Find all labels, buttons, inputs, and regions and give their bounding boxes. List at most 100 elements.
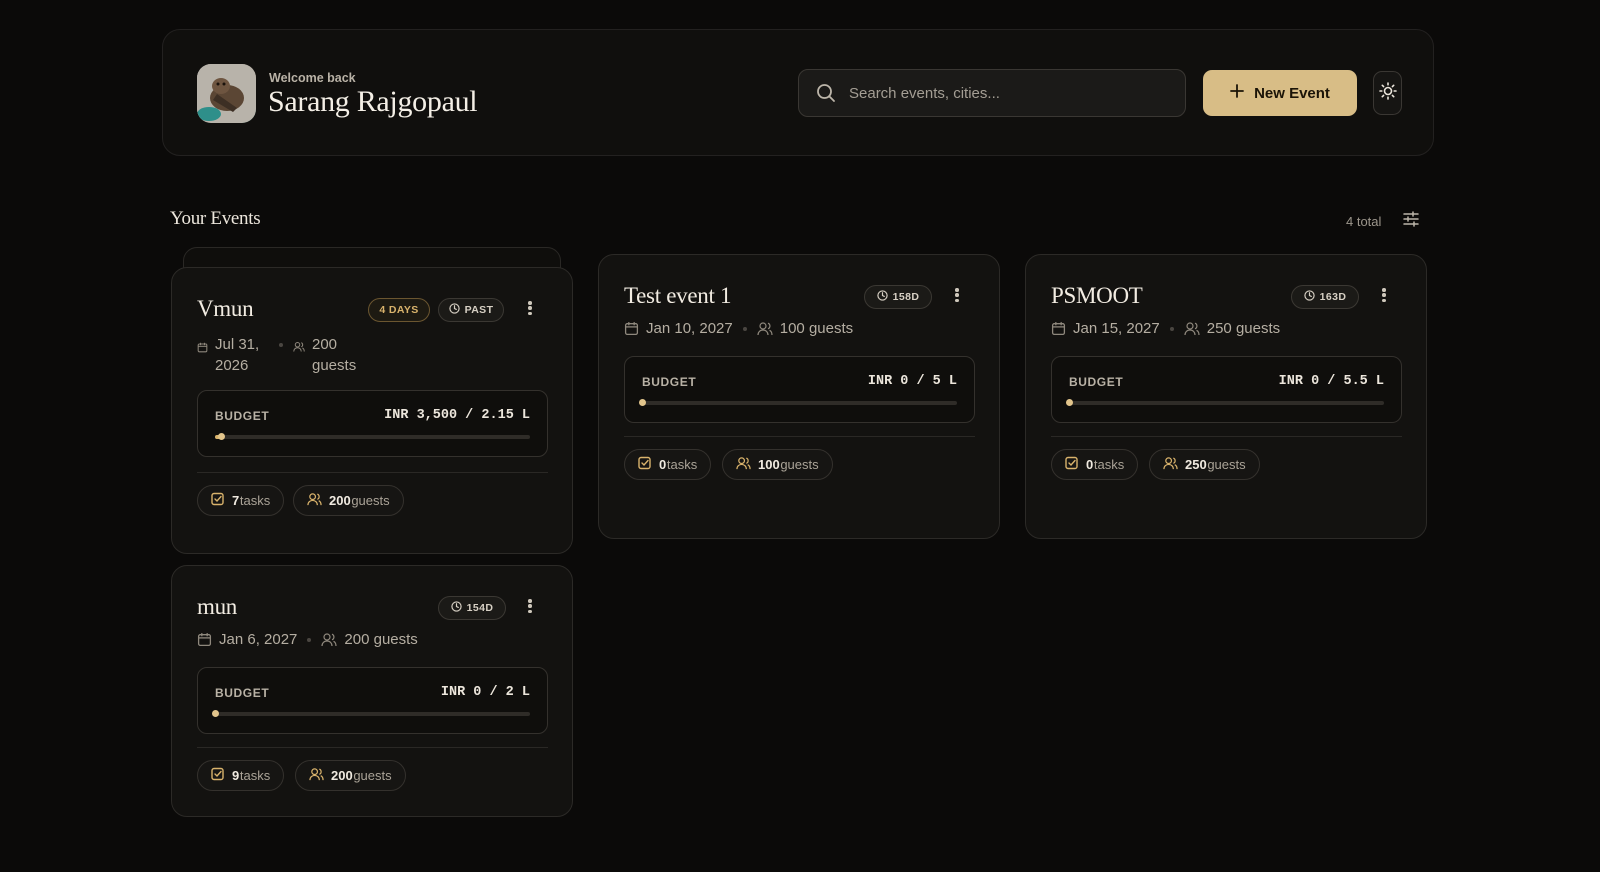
tasks-chip[interactable]: 0 tasks: [624, 449, 712, 480]
tasks-count: 7: [232, 493, 240, 508]
budget-progress-dot: [218, 433, 226, 440]
divider: [624, 436, 975, 437]
status-label: PAST: [464, 304, 494, 316]
tasks-chip[interactable]: 7 tasks: [197, 485, 285, 516]
guests-label: guests: [780, 457, 819, 472]
countdown-label: 158D: [892, 291, 920, 303]
calendar-icon: [1051, 321, 1066, 336]
more-options-button[interactable]: [1380, 285, 1388, 305]
clock-icon: [1303, 290, 1315, 304]
tasks-label: tasks: [1093, 457, 1125, 472]
budget-panel: BUDGET INR 3,500 / 2.15 L: [197, 390, 548, 457]
event-guests: 200 guests: [344, 631, 418, 648]
users-icon: [307, 492, 322, 510]
event-card[interactable]: PSMOOT 163D Jan 15, 2027 250 guests BUDG…: [1025, 254, 1427, 539]
plus-icon: [1230, 84, 1244, 102]
countdown-badge: 154D: [438, 596, 506, 620]
users-icon: [1163, 456, 1178, 474]
theme-toggle-button[interactable]: [1373, 71, 1402, 115]
event-guests: 200 guests: [312, 336, 357, 374]
avatar[interactable]: [197, 64, 256, 123]
event-card[interactable]: mun 154D Jan 6, 2027 200 guests BUDGET I…: [171, 565, 573, 817]
event-meta: Jul 31, 2026 200 guests: [197, 334, 367, 376]
checkbox-icon: [211, 492, 225, 509]
guests-label: guests: [353, 768, 392, 783]
users-icon: [736, 456, 751, 474]
budget-panel: BUDGET INR 0 / 2 L: [197, 667, 548, 734]
calendar-icon: [197, 342, 208, 353]
guests-chip[interactable]: 100 guests: [722, 449, 833, 480]
guests-label: guests: [351, 493, 390, 508]
tasks-chip[interactable]: 0 tasks: [1051, 449, 1139, 480]
event-title: mun: [197, 594, 237, 619]
sliders-icon: [1402, 211, 1420, 232]
search-icon: [815, 82, 837, 104]
guests-chip[interactable]: 250 guests: [1149, 449, 1260, 480]
tasks-count: 0: [1086, 457, 1094, 472]
event-meta: Jan 15, 2027 250 guests: [1051, 320, 1280, 337]
user-name: Sarang Rajgopaul: [268, 85, 478, 118]
tasks-count: 0: [659, 457, 667, 472]
budget-panel: BUDGET INR 0 / 5.5 L: [1051, 356, 1402, 423]
clock-icon: [876, 290, 888, 304]
budget-value: INR 3,500 / 2.15 L: [384, 408, 530, 423]
budget-progress-track: [212, 710, 530, 717]
budget-progress-dot: [212, 710, 219, 717]
budget-progress-track: [639, 399, 957, 406]
more-options-button[interactable]: [526, 298, 534, 318]
search-placeholder: Search events, cities...: [849, 84, 1000, 102]
users-icon: [321, 632, 338, 648]
calendar-icon: [624, 321, 639, 336]
users-icon: [293, 341, 305, 353]
guests-count: 100: [758, 457, 780, 472]
welcome-label: Welcome back: [269, 71, 356, 85]
divider: [197, 747, 548, 748]
event-date: Jan 15, 2027: [1073, 320, 1160, 337]
search-input[interactable]: Search events, cities...: [798, 69, 1186, 117]
duration-badge: 4 DAYS: [368, 298, 430, 322]
guests-count: 200: [329, 493, 351, 508]
tasks-label: tasks: [666, 457, 698, 472]
divider: [1051, 436, 1402, 437]
checkbox-icon: [211, 767, 225, 784]
countdown-label: 163D: [1319, 291, 1347, 303]
budget-panel: BUDGET INR 0 / 5 L: [624, 356, 975, 423]
users-icon: [309, 767, 324, 785]
event-meta: Jan 10, 2027 100 guests: [624, 320, 853, 337]
more-options-button[interactable]: [953, 285, 961, 305]
event-date: Jul 31, 2026: [215, 336, 260, 374]
event-date: Jan 6, 2027: [219, 631, 298, 648]
divider: [197, 472, 548, 473]
guests-label: guests: [1207, 457, 1246, 472]
users-icon: [757, 321, 773, 337]
event-card[interactable]: Test event 1 158D Jan 10, 2027 100 guest…: [598, 254, 1000, 539]
tasks-chip[interactable]: 9 tasks: [197, 760, 285, 791]
guests-count: 250: [1185, 457, 1207, 472]
event-card[interactable]: Vmun 4 DAYS PAST Jul 31, 2026 200 guests…: [171, 267, 573, 554]
event-title: Vmun: [197, 296, 254, 321]
budget-label: BUDGET: [1069, 375, 1124, 389]
status-badge: PAST: [438, 298, 504, 322]
filter-button[interactable]: [1402, 210, 1422, 230]
guests-count: 200: [331, 768, 353, 783]
event-date: Jan 10, 2027: [646, 320, 733, 337]
new-event-button[interactable]: New Event: [1203, 70, 1357, 116]
budget-label: BUDGET: [215, 686, 270, 700]
guests-chip[interactable]: 200 guests: [295, 760, 406, 791]
event-guests: 100 guests: [779, 320, 854, 337]
tasks-count: 9: [232, 768, 240, 783]
more-options-button[interactable]: [526, 596, 534, 616]
guests-chip[interactable]: 200 guests: [293, 485, 404, 516]
calendar-icon: [197, 632, 212, 647]
users-icon: [1184, 321, 1200, 337]
budget-value: INR 0 / 2 L: [440, 685, 530, 700]
clock-icon: [450, 601, 462, 615]
countdown-label: 154D: [466, 602, 494, 614]
countdown-badge: 158D: [864, 285, 932, 309]
event-guests: 250 guests: [1206, 320, 1281, 337]
budget-value: INR 0 / 5.5 L: [1278, 374, 1384, 389]
budget-progress-dot: [1066, 399, 1073, 406]
countdown-badge: 163D: [1291, 285, 1359, 309]
event-title: Test event 1: [624, 283, 732, 308]
clock-icon: [448, 303, 460, 317]
